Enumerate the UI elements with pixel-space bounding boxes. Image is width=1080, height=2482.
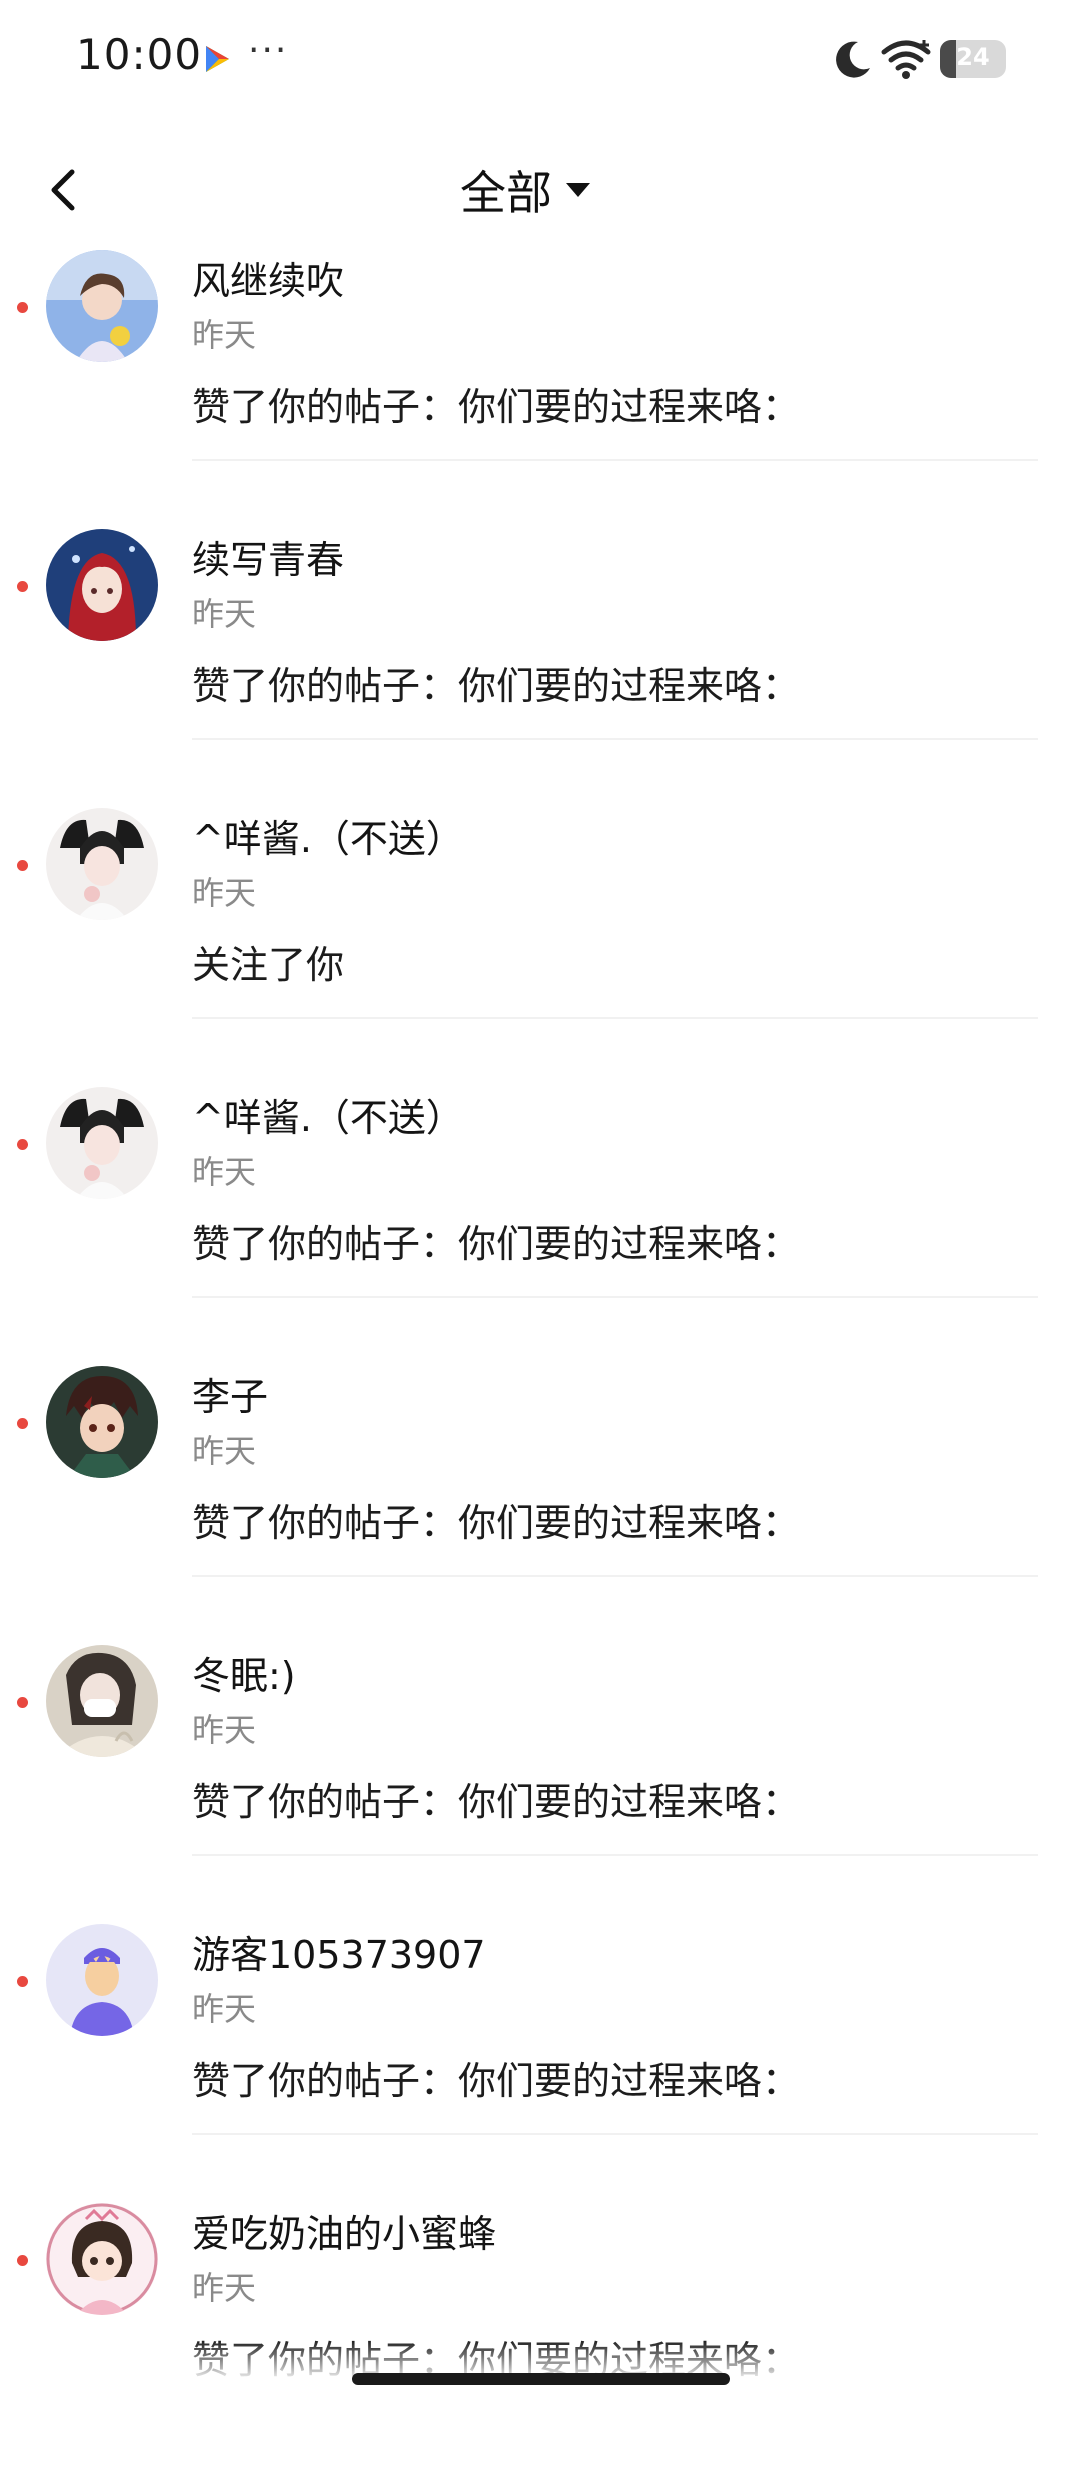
notification-time: 昨天 [192,595,257,633]
battery-level-text: 24 [956,43,990,71]
avatar[interactable] [46,1645,158,1757]
notification-item[interactable]: 游客105373907 昨天 赞了你的帖子：你们要的过程来咯： [0,1924,1080,2203]
avatar[interactable] [46,250,158,362]
notification-message: 赞了你的帖子：你们要的过程来咯： [192,1501,801,1545]
user-name[interactable]: 游客105373907 [192,1924,486,1979]
top-navigation-bar: 全部 [0,140,1080,240]
divider [192,2133,1038,2135]
wifi-icon [881,40,931,79]
avatar[interactable] [46,1087,158,1199]
filter-label: 全部 [460,166,552,220]
avatar[interactable] [46,2203,158,2315]
user-name[interactable]: ^咩酱.（不送） [192,808,464,863]
user-name[interactable]: ^咩酱.（不送） [192,1087,464,1142]
notification-item[interactable]: 续写青春 昨天 赞了你的帖子：你们要的过程来咯： [0,529,1080,808]
triangle-down-icon [566,183,590,197]
divider [192,1575,1038,1577]
unread-dot [17,2255,28,2266]
notification-time: 昨天 [192,1711,257,1749]
notification-item[interactable]: 风继续吹 昨天 赞了你的帖子：你们要的过程来咯： [0,250,1080,529]
unread-dot [17,581,28,592]
status-bar: 10:00 ··· 24 [0,0,1080,120]
user-name[interactable]: 风继续吹 [192,250,344,305]
more-notifications-icon: ··· [248,30,289,71]
notification-message: 关注了你 [192,943,345,987]
divider [192,738,1038,740]
unread-dot [17,302,28,313]
avatar[interactable] [46,529,158,641]
notification-list: 风继续吹 昨天 赞了你的帖子：你们要的过程来咯： 续写青春 昨天 赞了你的帖子：… [0,250,1080,2482]
unread-dot [17,1418,28,1429]
divider [192,1296,1038,1298]
play-store-icon [206,46,229,72]
bottom-fade [0,2340,1080,2400]
user-name[interactable]: 爱吃奶油的小蜜蜂 [192,2203,496,2258]
notification-time: 昨天 [192,874,257,912]
notification-message: 赞了你的帖子：你们要的过程来咯： [192,664,801,708]
unread-dot [17,1697,28,1708]
notification-time: 昨天 [192,316,257,354]
notification-time: 昨天 [192,2269,257,2307]
avatar[interactable] [46,1924,158,2036]
notification-time: 昨天 [192,1990,257,2028]
notification-item[interactable]: ^咩酱.（不送） 昨天 关注了你 [0,808,1080,1087]
notification-message: 赞了你的帖子：你们要的过程来咯： [192,1780,801,1824]
notification-time: 昨天 [192,1432,257,1470]
divider [192,459,1038,461]
filter-dropdown[interactable]: 全部 [460,160,592,220]
avatar[interactable] [46,1366,158,1478]
avatar[interactable] [46,808,158,920]
battery-indicator: 24 [940,40,1006,78]
notification-time: 昨天 [192,1153,257,1191]
notification-message: 赞了你的帖子：你们要的过程来咯： [192,385,801,429]
user-name[interactable]: 续写青春 [192,529,344,584]
moon-icon [836,41,870,78]
notification-message: 赞了你的帖子：你们要的过程来咯： [192,1222,801,1266]
notification-item[interactable]: 李子 昨天 赞了你的帖子：你们要的过程来咯： [0,1366,1080,1645]
user-name[interactable]: 李子 [192,1366,268,1421]
user-name[interactable]: 冬眠:) [192,1645,296,1700]
home-indicator[interactable] [352,2373,730,2385]
notification-item[interactable]: 冬眠:) 昨天 赞了你的帖子：你们要的过程来咯： [0,1645,1080,1924]
status-time: 10:00 [76,30,203,79]
unread-dot [17,860,28,871]
back-button[interactable] [38,162,94,218]
divider [192,1854,1038,1856]
notification-item[interactable]: ^咩酱.（不送） 昨天 赞了你的帖子：你们要的过程来咯： [0,1087,1080,1366]
notification-message: 赞了你的帖子：你们要的过程来咯： [192,2059,801,2103]
unread-dot [17,1976,28,1987]
divider [192,1017,1038,1019]
unread-dot [17,1139,28,1150]
